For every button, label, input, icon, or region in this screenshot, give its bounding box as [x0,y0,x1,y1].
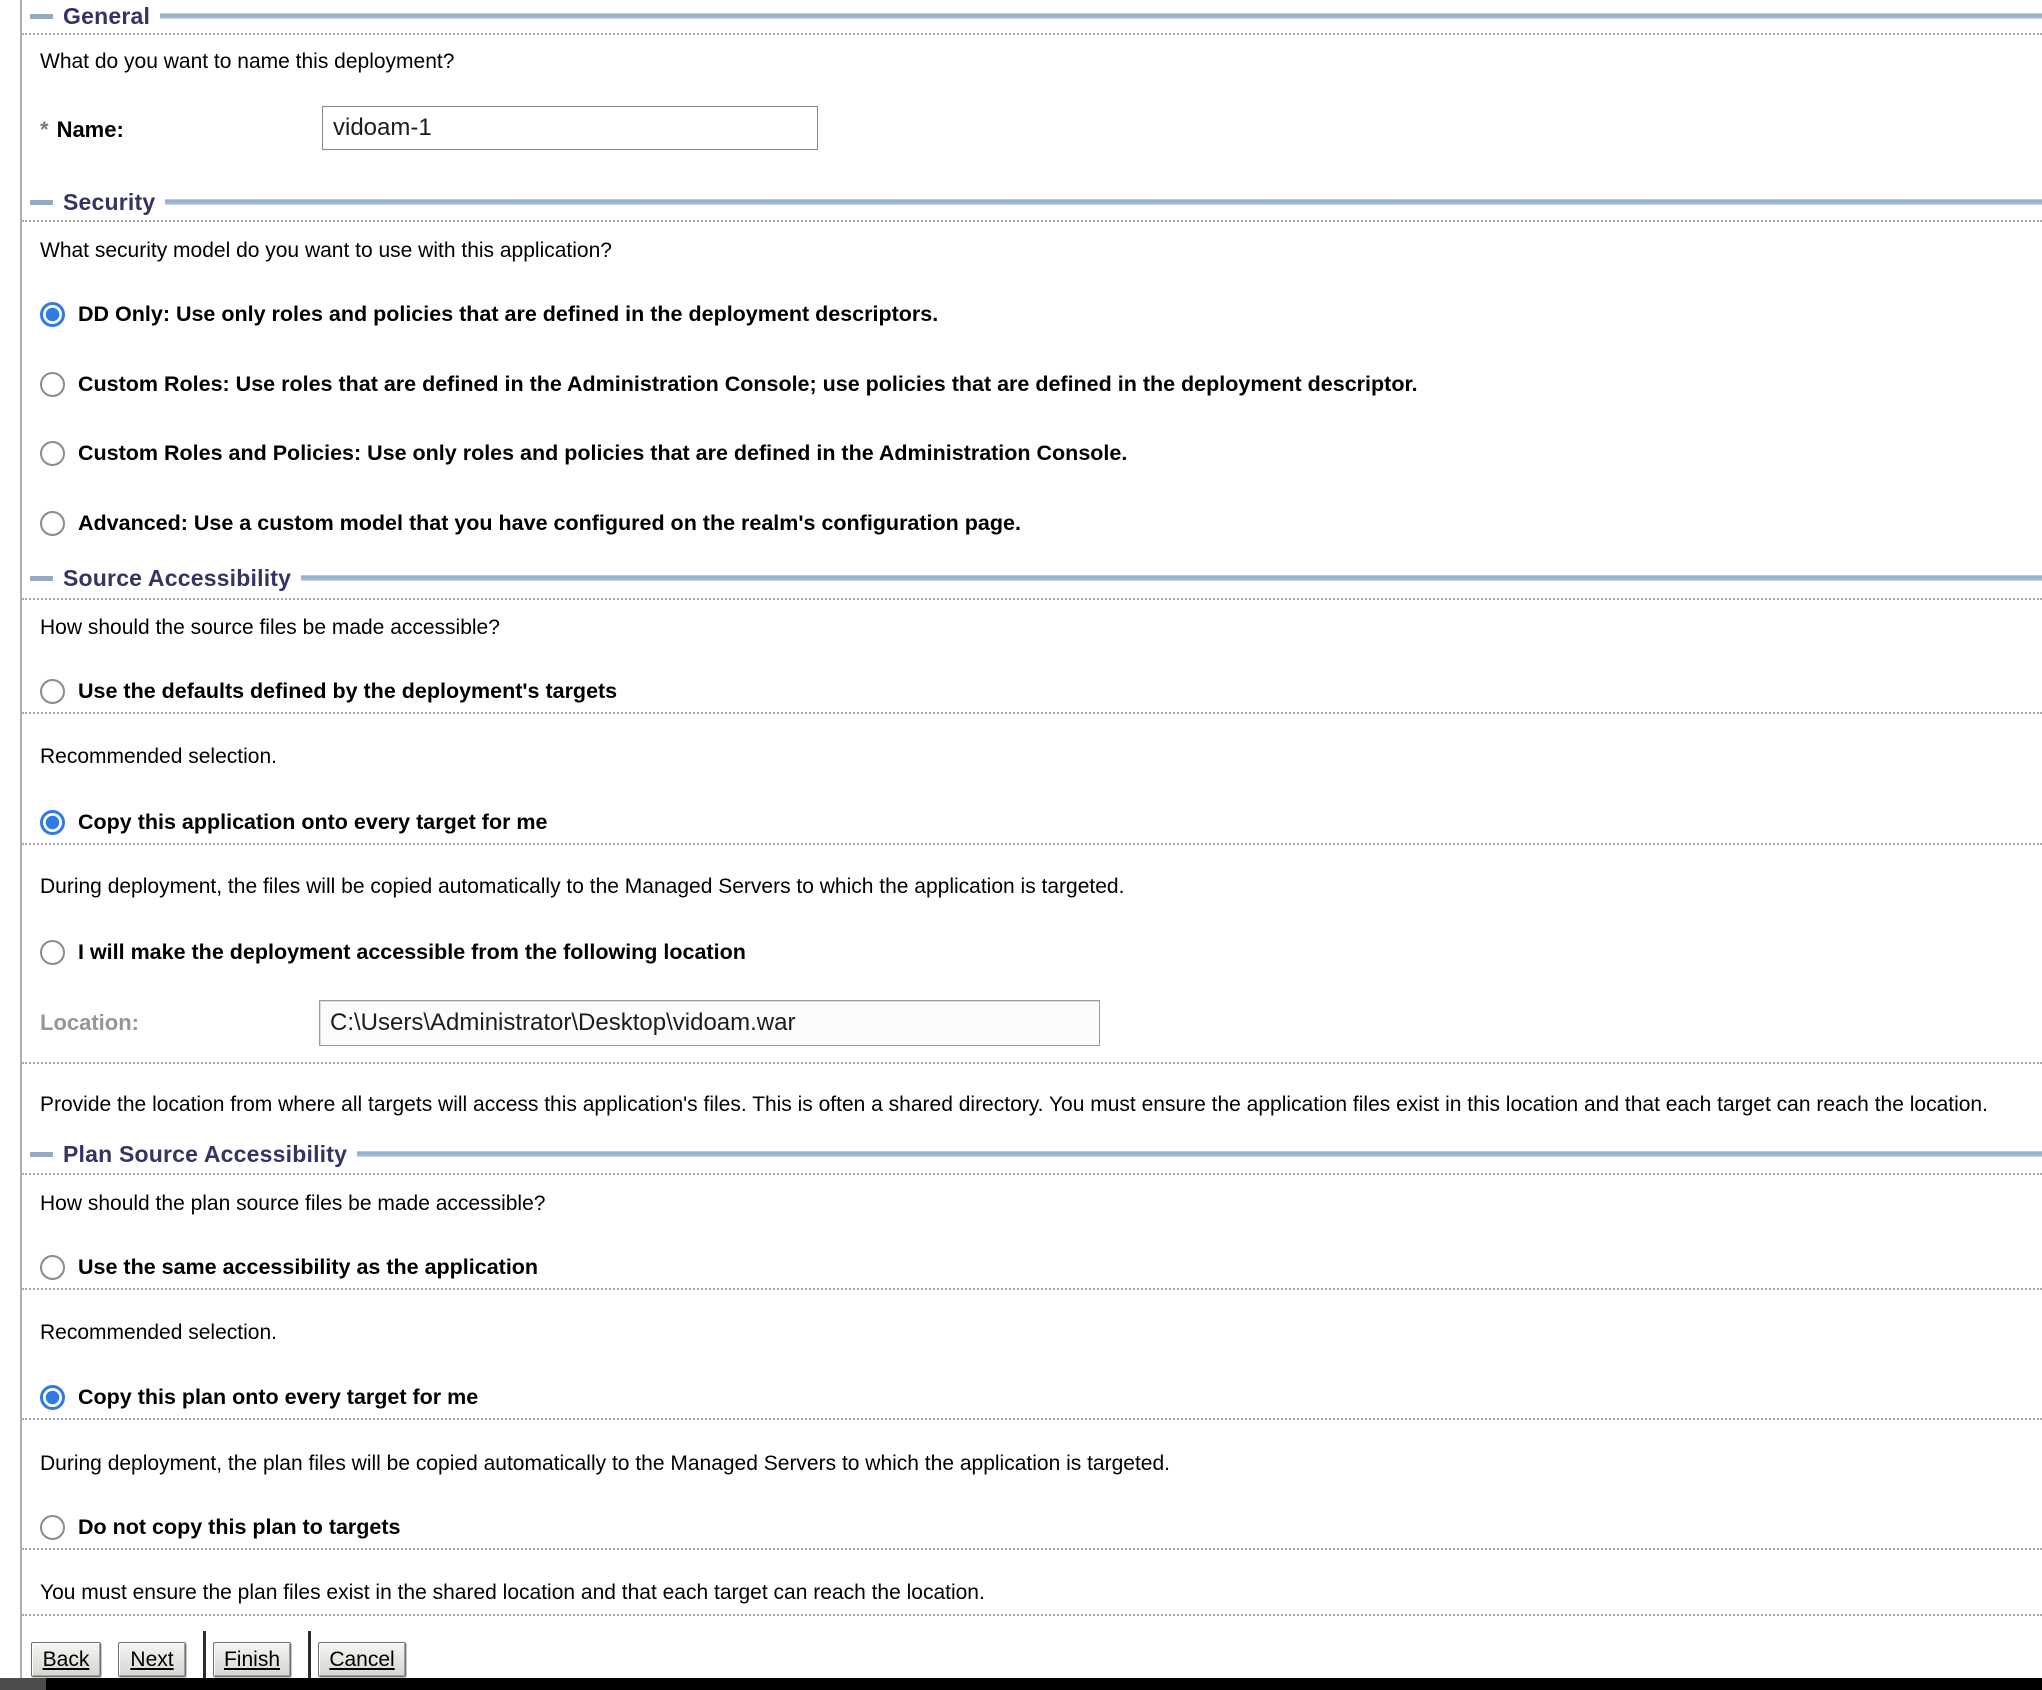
radio-label-dd-only: DD Only: Use only roles and policies tha… [78,301,938,327]
radio-use-defaults[interactable] [40,679,65,704]
section-rule [357,1151,2042,1157]
location-field-label: Location: [40,1010,139,1036]
radio-label-accessible-location: I will make the deployment accessible fr… [78,939,746,965]
radio-row-accessible-location: I will make the deployment accessible fr… [40,939,746,965]
radio-row-copy-plan: Copy this plan onto every target for me [40,1384,478,1410]
row-separator [22,1418,2042,1420]
radio-copy-plan[interactable] [40,1385,65,1410]
radio-no-copy-plan[interactable] [40,1515,65,1540]
radio-row-custom-roles: Custom Roles: Use roles that are defined… [40,371,1418,397]
row-separator [22,598,2042,600]
radio-label-same-accessibility: Use the same accessibility as the applic… [78,1254,538,1280]
cancel-button[interactable]: Cancel [318,1642,406,1677]
radio-row-use-defaults: Use the defaults defined by the deployme… [40,678,617,704]
copy-application-help: During deployment, the files will be cop… [40,874,1124,900]
general-question: What do you want to name this deployment… [40,49,454,75]
no-copy-plan-help: You must ensure the plan files exist in … [40,1580,985,1606]
name-field-label: * Name: [40,117,124,143]
next-button[interactable]: Next [118,1642,186,1677]
radio-row-no-copy-plan: Do not copy this plan to targets [40,1514,401,1540]
section-header-source-accessibility: Source Accessibility [30,564,2042,592]
row-separator [22,712,2042,714]
radio-dd-only[interactable] [40,302,65,327]
radio-label-no-copy-plan: Do not copy this plan to targets [78,1514,401,1540]
radio-accessible-location[interactable] [40,940,65,965]
section-rule [160,13,2042,19]
radio-advanced[interactable] [40,511,65,536]
security-question: What security model do you want to use w… [40,238,612,264]
section-rule [165,199,2042,205]
radio-same-accessibility[interactable] [40,1255,65,1280]
collapse-dash-icon [30,14,53,19]
section-rule [301,575,2042,581]
section-title-plan-source-accessibility: Plan Source Accessibility [63,1141,347,1168]
section-header-plan-source-accessibility: Plan Source Accessibility [30,1140,2042,1168]
back-button[interactable]: Back [31,1642,101,1677]
bottom-bar [46,1678,2042,1690]
radio-row-copy-application: Copy this application onto every target … [40,809,548,835]
radio-custom-roles[interactable] [40,372,65,397]
row-separator [22,33,2042,35]
name-input[interactable] [322,106,818,150]
radio-label-custom-roles-policies: Custom Roles and Policies: Use only role… [78,440,1127,466]
row-separator [22,220,2042,222]
radio-row-same-accessibility: Use the same accessibility as the applic… [40,1254,538,1280]
plan-recommended-note: Recommended selection. [40,1320,277,1346]
radio-label-custom-roles: Custom Roles: Use roles that are defined… [78,371,1418,397]
location-help: Provide the location from where all targ… [40,1092,1988,1118]
radio-row-advanced: Advanced: Use a custom model that you ha… [40,510,1021,536]
collapse-dash-icon [30,576,53,581]
radio-label-advanced: Advanced: Use a custom model that you ha… [78,510,1021,536]
location-input[interactable] [319,1000,1100,1046]
row-separator [22,1614,2042,1616]
plan-question: How should the plan source files be made… [40,1191,545,1217]
recommended-note: Recommended selection. [40,744,277,770]
radio-copy-application[interactable] [40,810,65,835]
copy-plan-help: During deployment, the plan files will b… [40,1451,1170,1477]
content-left-border [20,0,22,1678]
section-title-security: Security [63,189,155,216]
section-title-general: General [63,3,150,30]
row-separator [22,1062,2042,1064]
row-separator [22,843,2042,845]
section-header-security: Security [30,188,2042,216]
radio-label-copy-plan: Copy this plan onto every target for me [78,1384,478,1410]
required-marker: * [40,117,49,142]
radio-label-use-defaults: Use the defaults defined by the deployme… [78,678,617,704]
bottom-bar-corner [0,1678,46,1690]
radio-row-custom-roles-policies: Custom Roles and Policies: Use only role… [40,440,1127,466]
row-separator [22,1548,2042,1550]
source-question: How should the source files be made acce… [40,615,500,641]
collapse-dash-icon [30,200,53,205]
radio-custom-roles-policies[interactable] [40,441,65,466]
collapse-dash-icon [30,1152,53,1157]
row-separator [22,1288,2042,1290]
radio-label-copy-application: Copy this application onto every target … [78,809,548,835]
radio-row-dd-only: DD Only: Use only roles and policies tha… [40,301,938,327]
name-label-text: Name: [57,117,124,142]
finish-button[interactable]: Finish [213,1642,291,1677]
section-header-general: General [30,2,2042,30]
section-title-source-accessibility: Source Accessibility [63,565,291,592]
row-separator [22,1173,2042,1175]
